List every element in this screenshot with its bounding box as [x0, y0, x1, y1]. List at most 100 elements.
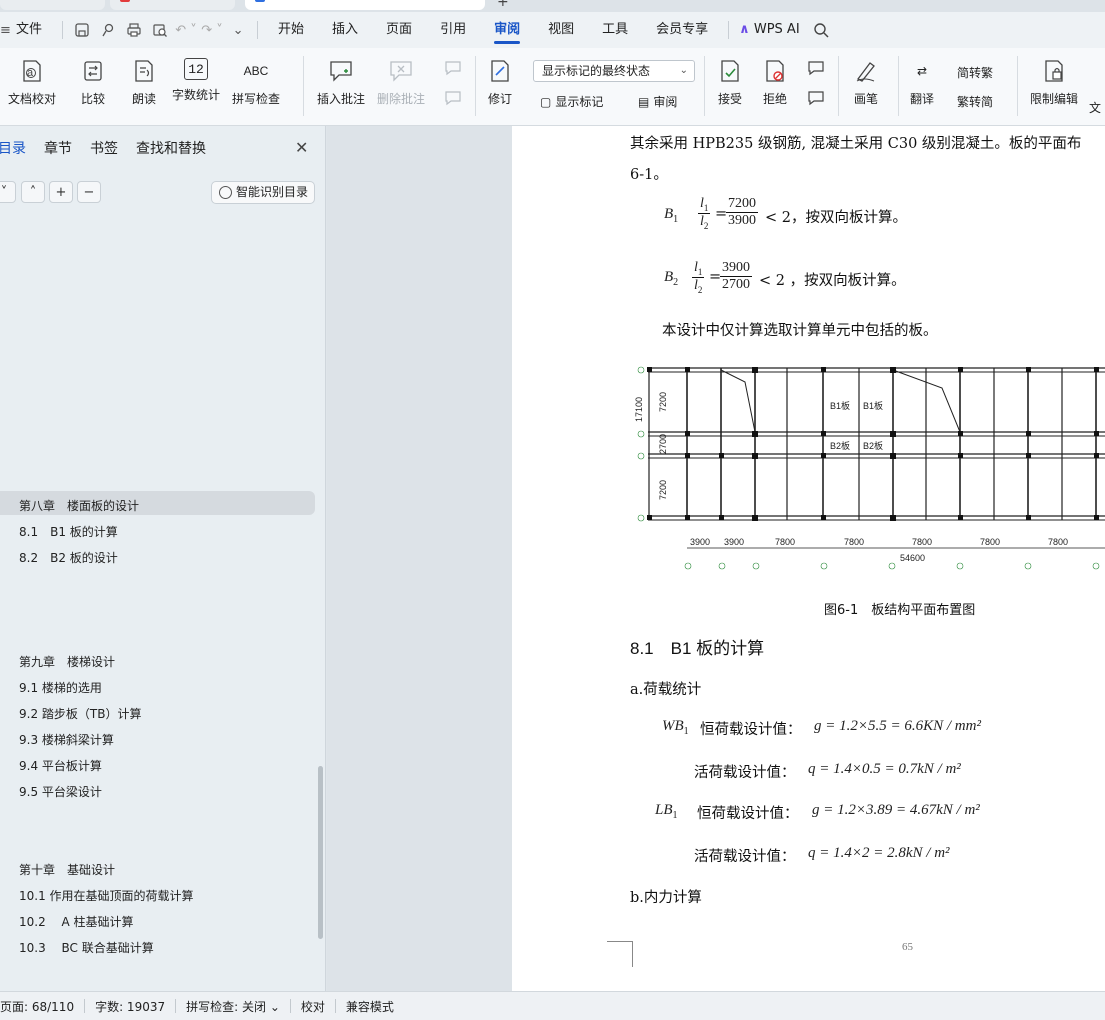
tab-member[interactable]: 会员专享: [642, 12, 722, 48]
redo-icon[interactable]: ↷ ˅: [199, 12, 225, 48]
tab-page[interactable]: 页面: [372, 12, 426, 48]
body-text-line: 6-1。: [630, 167, 668, 183]
compare-label: 比较: [80, 92, 105, 106]
formula-symbol: B: [664, 206, 674, 222]
add-heading-icon[interactable]: +: [49, 181, 73, 203]
page-corner-mark: [607, 941, 633, 967]
proofread-button[interactable]: 校对: [291, 998, 335, 1015]
word-count-label: 字数统计: [172, 88, 221, 102]
toc-item-ch9[interactable]: 第九章 楼梯设计: [19, 653, 115, 670]
formula-lb-label: LB1: [655, 802, 678, 821]
format-painter-icon[interactable]: [95, 12, 121, 48]
wps-ai-button[interactable]: ∧ WPS AI: [735, 12, 808, 48]
dimension-label: 7800: [980, 537, 1000, 547]
tab-references[interactable]: 引用: [426, 12, 480, 48]
tab-tools[interactable]: 工具: [588, 12, 642, 48]
tab-insert[interactable]: 插入: [318, 12, 372, 48]
reject-icon: [762, 58, 788, 84]
reject-button[interactable]: 拒绝: [762, 58, 788, 107]
expand-up-icon[interactable]: ˄: [21, 181, 45, 203]
read-aloud-button[interactable]: 朗读: [131, 58, 157, 107]
close-icon[interactable]: ✕: [295, 138, 308, 157]
pen-button[interactable]: 画笔: [853, 58, 879, 107]
word-count-button[interactable]: 12 字数统计: [172, 58, 220, 103]
word-count-indicator[interactable]: 字数: 19037: [85, 998, 175, 1015]
insert-comment-button[interactable]: 插入批注: [317, 58, 365, 107]
toc-item-9-4[interactable]: 9.4 平台板计算: [19, 757, 102, 774]
translate-button[interactable]: ⇄ 翻译: [909, 58, 935, 107]
nav-tab-toc[interactable]: 目录: [0, 138, 26, 158]
next-change-icon[interactable]: [807, 90, 825, 106]
traditional-to-simplified-button[interactable]: 繁转简: [957, 93, 993, 110]
next-comment-icon[interactable]: [444, 90, 462, 106]
nav-tab-find-replace[interactable]: 查找和替换: [136, 138, 206, 158]
undo-icon[interactable]: ↶ ˅: [173, 12, 199, 48]
toc-item-9-2[interactable]: 9.2 踏步板（TB）计算: [19, 705, 141, 722]
formula-subscript: 1: [697, 266, 703, 277]
restrict-edit-button[interactable]: 限制编辑: [1030, 58, 1078, 107]
navigation-pane: 目录 章节 书签 查找和替换 ✕ ˅ ˄ + − 智能识别目录 第八章 楼面板的…: [0, 126, 326, 991]
doc-check-button[interactable]: a 文档校对: [8, 58, 56, 107]
formula-denominator: 2700: [722, 277, 750, 292]
smart-toc-label: 智能识别目录: [236, 185, 309, 199]
new-tab-plus-icon[interactable]: +: [497, 0, 509, 10]
compare-icon: [80, 58, 106, 84]
spell-check-button[interactable]: ABC 拼写检查: [232, 58, 280, 107]
review-ribbon: a 文档校对 比较 朗读 12 字数统计 ABC 拼写检查 插入批注 删除批注: [0, 48, 1105, 126]
document-tab-active[interactable]: [245, 0, 485, 10]
search-icon[interactable]: [808, 12, 834, 48]
spell-check-toggle[interactable]: 拼写检查: 关闭 ⌄: [176, 998, 290, 1015]
toc-item-10-2[interactable]: 10.2 A 柱基础计算: [19, 913, 134, 930]
dimension-label: 7200: [658, 480, 668, 500]
simplified-to-traditional-button[interactable]: 简转繁: [957, 64, 993, 81]
document-tab-2[interactable]: [110, 0, 235, 10]
doc-more-button[interactable]: 文: [1089, 99, 1101, 116]
hamburger-menu-icon[interactable]: ≡: [0, 12, 14, 48]
toc-item-9-5[interactable]: 9.5 平台梁设计: [19, 783, 102, 800]
dimension-label: 7200: [658, 392, 668, 412]
document-tab-1[interactable]: [0, 0, 105, 10]
menu-bar: ≡ 文件 ↶ ˅ ↷ ˅ ⌄ 开始 插入 页面 引用 审阅 视图 工具 会员专享…: [0, 12, 1105, 48]
nav-scrollbar[interactable]: [318, 766, 323, 939]
track-changes-button[interactable]: 修订: [487, 58, 513, 107]
compare-button[interactable]: 比较: [80, 58, 106, 107]
quick-access-dropdown-icon[interactable]: ⌄: [225, 12, 251, 48]
markup-state-select[interactable]: 显示标记的最终状态 ⌄: [533, 60, 695, 82]
file-menu[interactable]: 文件: [14, 12, 56, 48]
restrict-edit-label: 限制编辑: [1030, 92, 1079, 106]
toc-item-8-2[interactable]: 8.2 B2 板的设计: [19, 549, 118, 566]
dimension-label: 2700: [658, 434, 668, 454]
toc-item-ch10[interactable]: 第十章 基础设计: [19, 861, 115, 878]
accept-label: 接受: [717, 92, 742, 106]
delete-comment-label: 删除批注: [377, 92, 426, 106]
save-icon[interactable]: [69, 12, 95, 48]
prev-change-icon[interactable]: [807, 60, 825, 76]
compat-mode-indicator: 兼容模式: [345, 999, 394, 1014]
print-preview-icon[interactable]: [147, 12, 173, 48]
pen-label: 画笔: [853, 92, 878, 106]
accept-button[interactable]: 接受: [717, 58, 743, 107]
smart-toc-button[interactable]: 智能识别目录: [211, 181, 315, 204]
formula-subscript: 2: [673, 277, 679, 288]
review-pane-button[interactable]: ▤ 审阅: [638, 93, 677, 110]
nav-tab-chapters[interactable]: 章节: [44, 138, 72, 158]
toc-item-8-1[interactable]: 8.1 B1 板的计算: [19, 523, 118, 540]
tab-view[interactable]: 视图: [534, 12, 588, 48]
tab-review[interactable]: 审阅: [480, 12, 534, 48]
print-icon[interactable]: [121, 12, 147, 48]
body-text-line: 其余采用 HPB235 级钢筋, 混凝土采用 C30 级别混凝土。板的平面布: [630, 136, 1082, 152]
delete-comment-button[interactable]: 删除批注: [377, 58, 425, 107]
remove-heading-icon[interactable]: −: [77, 181, 101, 203]
nav-tab-bookmarks[interactable]: 书签: [90, 138, 118, 158]
toc-item-9-3[interactable]: 9.3 楼梯斜梁计算: [19, 731, 114, 748]
show-markup-button[interactable]: ▢ 显示标记: [540, 93, 603, 110]
collapse-down-icon[interactable]: ˅: [0, 181, 16, 203]
page-indicator[interactable]: 页面: 68/110: [0, 998, 84, 1015]
toc-item-9-1[interactable]: 9.1 楼梯的选用: [19, 679, 102, 696]
formula-symbol: WB: [662, 718, 684, 734]
toc-item-10-3[interactable]: 10.3 BC 联合基础计算: [19, 939, 154, 956]
tab-start[interactable]: 开始: [264, 12, 318, 48]
toc-item-10-1[interactable]: 10.1 作用在基础顶面的荷载计算: [19, 887, 194, 904]
prev-comment-icon[interactable]: [444, 60, 462, 76]
toc-item-ch8[interactable]: 第八章 楼面板的设计: [19, 497, 139, 514]
